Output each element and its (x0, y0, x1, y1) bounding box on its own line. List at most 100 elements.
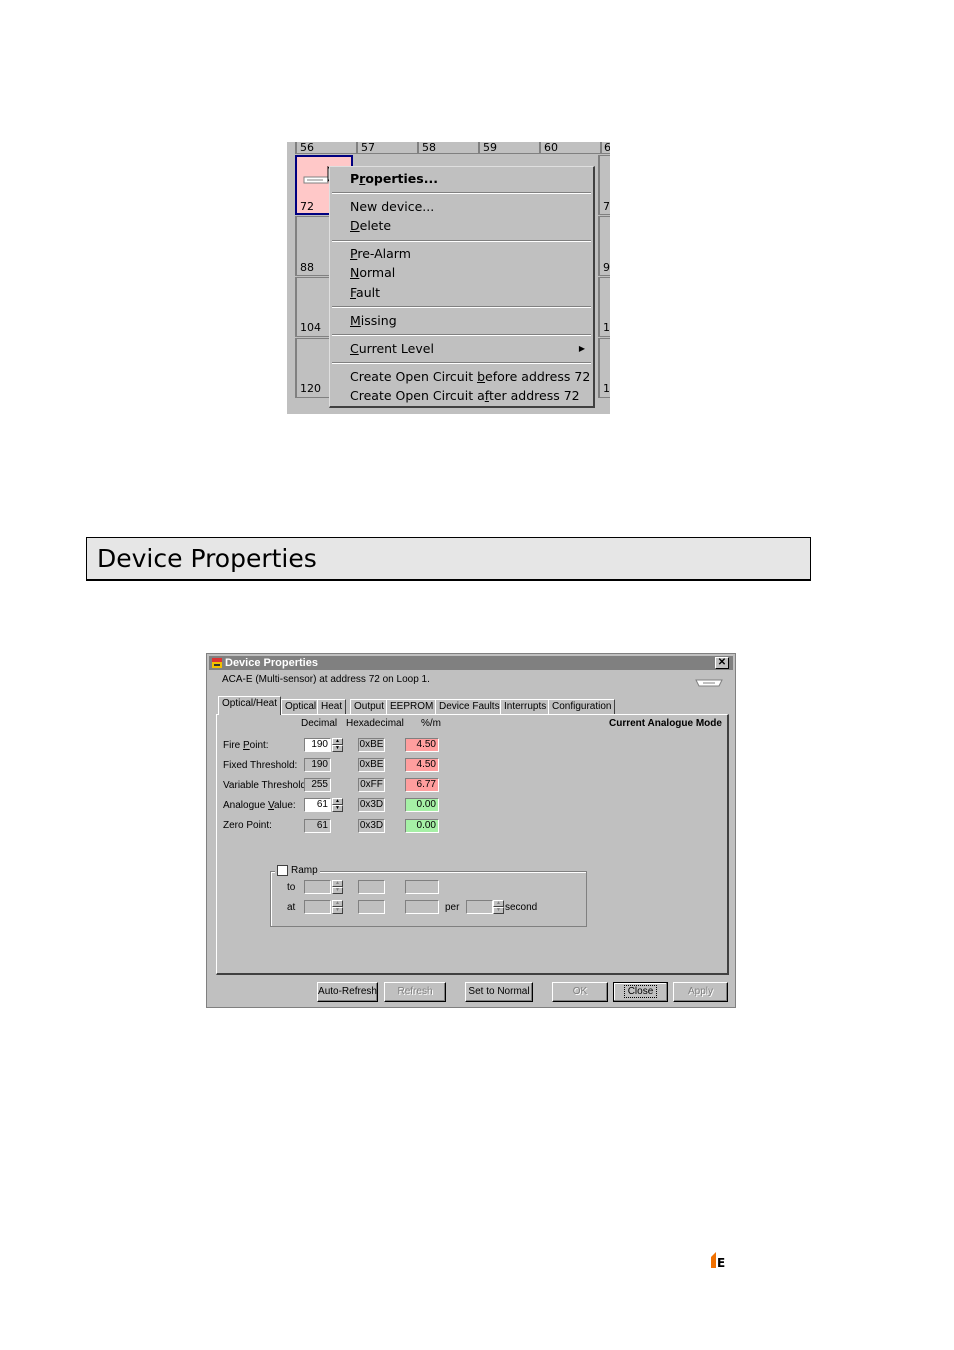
ramp-to-input[interactable] (304, 880, 331, 894)
section-heading: Device Properties (86, 537, 811, 581)
close-icon[interactable]: ✕ (715, 657, 729, 669)
variable-threshold-percent: 6.77 (405, 778, 439, 792)
zero-point-decimal: 61 (304, 819, 331, 833)
column-header-percent: %/m (421, 718, 441, 729)
ramp-to-spinner[interactable]: ▲ ▼ (332, 880, 343, 894)
tab-panel (216, 714, 729, 975)
company-logo: E (709, 1250, 729, 1274)
fire-point-label: Fire Point: (223, 740, 269, 751)
context-menu: Properties... New device... Delete Pre-A… (329, 166, 595, 408)
zero-point-percent: 0.00 (405, 819, 439, 833)
close-button-label: Close (623, 985, 658, 998)
ok-button[interactable]: OK (552, 982, 608, 1002)
grid-address: 6 (604, 142, 610, 154)
grid-address: 60 (544, 142, 558, 154)
column-header-hexadecimal: Hexadecimal (346, 718, 404, 729)
menu-item-new-device[interactable]: New device... (350, 199, 434, 214)
grid-address: 56 (300, 142, 314, 154)
ramp-checkbox[interactable]: Ramp (275, 865, 320, 877)
analogue-value-decimal-input[interactable]: 61 (304, 798, 331, 812)
fire-point-hex: 0xBE (358, 738, 385, 752)
tab-optical-heat[interactable]: Optical/Heat (218, 696, 282, 715)
tab-eeprom[interactable]: EEPROM (386, 699, 438, 714)
tab-heat[interactable]: Heat (317, 699, 347, 714)
refresh-button[interactable]: Refresh (384, 982, 446, 1002)
ramp-per-spinner[interactable]: ▲ ▼ (493, 900, 504, 914)
detector-icon (695, 679, 723, 687)
fixed-threshold-decimal: 190 (304, 758, 331, 772)
tab-interrupts[interactable]: Interrupts (500, 699, 551, 714)
fire-point-spinner[interactable]: ▲ ▼ (332, 738, 343, 752)
grid-address: 1 (603, 382, 610, 395)
variable-threshold-label: Variable Threshold: (223, 780, 309, 791)
menu-item-delete[interactable]: Delete (350, 218, 391, 233)
fire-point-decimal-input[interactable]: 190 (304, 738, 331, 752)
submenu-arrow-icon: ▶ (578, 344, 585, 353)
grid-address: 57 (361, 142, 375, 154)
tab-output[interactable]: Output (350, 699, 389, 714)
grid-address: 104 (300, 321, 321, 334)
device-description: ACA-E (Multi-sensor) at address 72 on Lo… (222, 674, 430, 685)
menu-separator (332, 306, 591, 308)
analogue-value-label: Analogue Value: (223, 800, 296, 811)
ramp-at-label: at (287, 902, 296, 913)
variable-threshold-hex: 0xFF (358, 778, 385, 792)
ramp-at-input[interactable] (304, 900, 331, 914)
ramp-label: Ramp (291, 865, 318, 877)
dialog-titlebar[interactable]: Device Properties ✕ (209, 656, 733, 670)
fire-point-percent: 4.50 (405, 738, 439, 752)
ramp-second-label: second (505, 902, 538, 913)
grid-address: 88 (300, 261, 314, 274)
ramp-per-input[interactable] (466, 900, 493, 914)
fire-panel-icon (212, 658, 222, 668)
menu-item-fault[interactable]: Fault (350, 285, 380, 300)
menu-separator (332, 334, 591, 336)
set-to-normal-button[interactable]: Set to Normal (465, 982, 533, 1002)
menu-separator (332, 240, 591, 242)
grid-address: 72 (300, 200, 314, 213)
close-button[interactable]: Close (613, 982, 668, 1002)
ramp-to-percent (405, 880, 439, 894)
zero-point-hex: 0x3D (358, 819, 385, 833)
grid-address: 7 (603, 200, 610, 213)
variable-threshold-decimal: 255 (304, 778, 331, 792)
menu-item-missing[interactable]: Missing (350, 313, 397, 328)
ramp-to-hex (358, 880, 385, 894)
ramp-per-label: per (445, 902, 460, 913)
analogue-value-spinner[interactable]: ▲ ▼ (332, 798, 343, 812)
menu-item-properties[interactable]: Properties... (350, 171, 438, 186)
current-analogue-mode-label: Current Analogue Mode (609, 718, 722, 729)
apply-button[interactable]: Apply (673, 982, 728, 1002)
ramp-at-percent (405, 900, 439, 914)
fixed-threshold-label: Fixed Threshold: (223, 760, 298, 771)
ramp-at-hex (358, 900, 385, 914)
menu-item-open-circuit-after[interactable]: Create Open Circuit after address 72 (350, 388, 580, 403)
grid-address: 58 (422, 142, 436, 154)
fixed-threshold-hex: 0xBE (358, 758, 385, 772)
menu-separator (332, 362, 591, 364)
section-title: Device Properties (97, 544, 317, 573)
fixed-threshold-percent: 4.50 (405, 758, 439, 772)
tab-optical[interactable]: Optical (281, 699, 321, 714)
grid-address: 1 (603, 321, 610, 334)
logo-icon: E (711, 1252, 725, 1270)
auto-refresh-button[interactable]: Auto-Refresh (317, 982, 378, 1002)
column-header-decimal: Decimal (301, 718, 338, 729)
checkbox-icon[interactable] (277, 865, 288, 876)
ramp-at-spinner[interactable]: ▲ ▼ (332, 900, 343, 914)
zero-point-label: Zero Point: (223, 820, 272, 831)
menu-item-normal[interactable]: Normal (350, 265, 395, 280)
ramp-to-label: to (287, 882, 296, 893)
menu-item-current-level[interactable]: Current Level (350, 341, 434, 356)
menu-item-pre-alarm[interactable]: Pre-Alarm (350, 246, 411, 261)
grid-address: 120 (300, 382, 321, 395)
dialog-title: Device Properties (225, 657, 318, 669)
device-properties-dialog: Device Properties ✕ ACA-E (Multi-sensor)… (206, 653, 736, 1008)
tab-device-faults[interactable]: Device Faults (435, 699, 504, 714)
logo-letter: E (717, 1256, 725, 1270)
tab-configuration[interactable]: Configuration (548, 699, 616, 714)
menu-item-open-circuit-before[interactable]: Create Open Circuit before address 72 (350, 369, 590, 384)
menu-separator (332, 192, 591, 194)
detector-icon (303, 176, 329, 184)
analogue-value-percent: 0.00 (405, 798, 439, 812)
